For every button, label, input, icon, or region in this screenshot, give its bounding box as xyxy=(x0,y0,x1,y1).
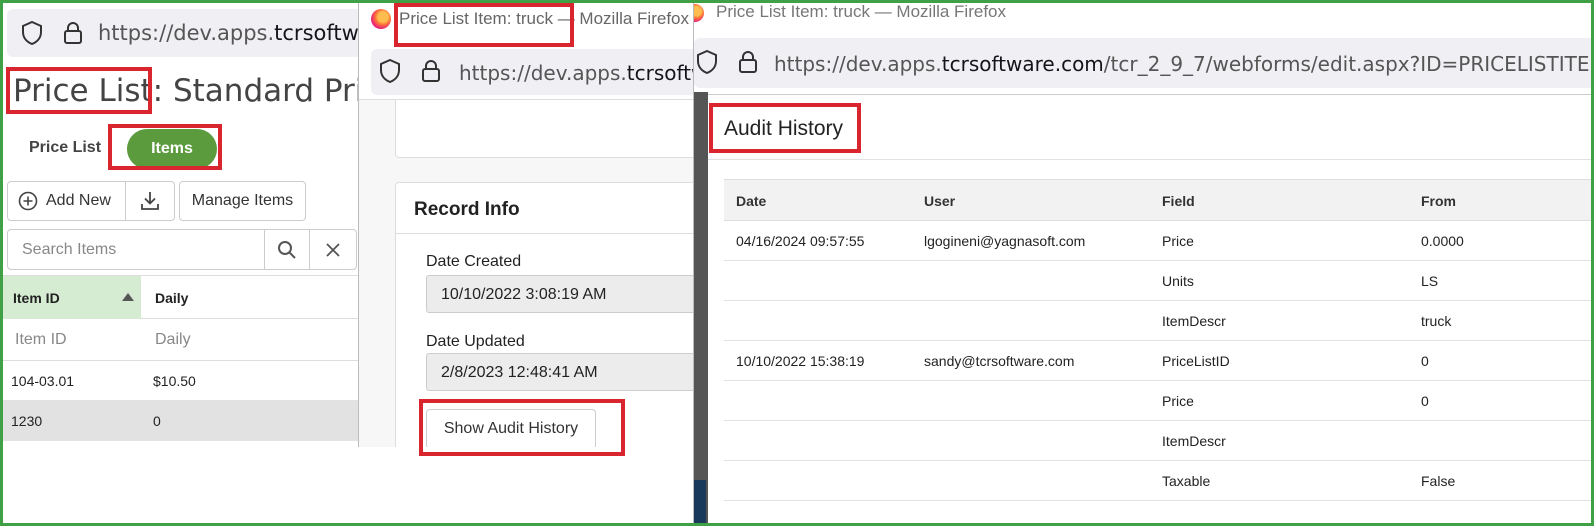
cell-daily: 0 xyxy=(153,413,161,429)
column-header-field: Field xyxy=(1162,193,1195,209)
add-new-label: Add New xyxy=(46,192,111,209)
firefox-icon xyxy=(371,9,391,29)
filter-row: Item ID Daily xyxy=(3,319,375,361)
record-info-card: Record Info Date Created 10/10/2022 3:08… xyxy=(395,182,694,447)
cell-field: Price xyxy=(1162,233,1194,249)
cell-from: 0 xyxy=(1421,353,1429,369)
shield-icon[interactable] xyxy=(696,50,718,74)
filter-item-id[interactable]: Item ID xyxy=(15,331,67,349)
table-row: Price 0 xyxy=(724,381,1594,421)
cell-item-id: 1230 xyxy=(11,413,43,429)
form-card xyxy=(395,100,694,158)
date-created-field: 10/10/2022 3:08:19 AM xyxy=(426,275,694,313)
date-updated-field: 2/8/2023 12:48:41 AM xyxy=(426,353,694,391)
lock-icon[interactable] xyxy=(738,50,758,74)
window-title: Price List Item: truck — Mozilla Firefox xyxy=(399,9,690,28)
table-row[interactable]: 104-03.01 $10.50 xyxy=(3,361,375,401)
cell-field: PriceListID xyxy=(1162,353,1230,369)
cell-user: lgogineni@yagnasoft.com xyxy=(924,233,1086,249)
items-grid-header: Item ID Daily xyxy=(3,275,375,319)
cell-field: Price xyxy=(1162,393,1194,409)
address-url[interactable]: https://dev.apps.tcrsoftware.c xyxy=(98,21,375,45)
sort-ascending-icon[interactable] xyxy=(122,293,134,301)
window-title: Price List Item: truck — Mozilla Firefox xyxy=(716,2,1007,21)
tab-items[interactable]: Items xyxy=(127,129,217,169)
modal-title: Audit History xyxy=(724,117,844,140)
search-icon xyxy=(277,240,296,259)
table-row: 10/10/2022 15:38:19 sandy@tcrsoftware.co… xyxy=(724,341,1594,381)
cell-field: Units xyxy=(1162,273,1194,289)
address-url[interactable]: https://dev.apps.tcrsoftwar xyxy=(459,61,694,85)
show-audit-history-button[interactable]: Show Audit History xyxy=(426,409,596,447)
cell-user: sandy@tcrsoftware.com xyxy=(924,353,1075,369)
lock-icon[interactable] xyxy=(421,59,441,83)
cell-daily: $10.50 xyxy=(153,373,196,389)
cell-field: ItemDescr xyxy=(1162,313,1226,329)
table-row: Taxable False xyxy=(724,461,1594,501)
cell-from: 0 xyxy=(1421,393,1429,409)
price-list-window: https://dev.apps.tcrsoftware.c Price Lis… xyxy=(3,3,375,455)
page-edge xyxy=(694,480,706,526)
page-title-value: Standard Price xyxy=(172,73,375,109)
search-box xyxy=(7,229,357,270)
shield-icon[interactable] xyxy=(379,59,401,83)
page-title: Price List: Standard Price xyxy=(13,73,375,109)
address-url[interactable]: https://dev.apps.tcrsoftware.com/tcr_2_9… xyxy=(774,52,1594,76)
record-info-heading: Record Info xyxy=(414,199,520,220)
tab-price-list[interactable]: Price List xyxy=(29,139,101,157)
table-header: Date User Field From xyxy=(724,179,1594,221)
cell-field: ItemDescr xyxy=(1162,433,1226,449)
column-header-user: User xyxy=(924,193,956,209)
divider xyxy=(396,233,694,234)
cell-date: 10/10/2022 15:38:19 xyxy=(736,353,865,369)
column-header-date: Date xyxy=(736,193,767,209)
table-row: Units LS xyxy=(724,261,1594,301)
table-row: ItemDescr xyxy=(724,421,1594,461)
manage-items-button[interactable]: Manage Items xyxy=(179,181,306,221)
cell-from: False xyxy=(1421,473,1456,489)
divider xyxy=(708,159,1594,160)
date-updated-label: Date Updated xyxy=(426,333,525,350)
cell-from: truck xyxy=(1421,313,1452,329)
column-header-from: From xyxy=(1421,193,1456,209)
cell-item-id: 104-03.01 xyxy=(11,373,75,389)
clear-search-button[interactable] xyxy=(310,230,356,269)
cell-from: LS xyxy=(1421,273,1439,289)
modal-backdrop xyxy=(694,92,708,526)
lock-icon[interactable] xyxy=(63,21,83,45)
download-button[interactable] xyxy=(126,182,174,220)
audit-history-modal: Audit History Date User Field From 04/16… xyxy=(708,94,1594,526)
audit-history-window: Price List Item: truck — Mozilla Firefox… xyxy=(693,0,1594,526)
search-button[interactable] xyxy=(265,230,311,269)
download-icon xyxy=(141,192,159,210)
cell-from: 0.0000 xyxy=(1421,233,1464,249)
window-titlebar: Price List Item: truck — Mozilla Firefox xyxy=(359,3,694,43)
plus-circle-icon xyxy=(18,191,38,211)
page-title-label: Price List: xyxy=(13,73,164,109)
audit-history-table: Date User Field From 04/16/2024 09:57:55… xyxy=(724,179,1594,501)
date-created-label: Date Created xyxy=(426,253,522,270)
firefox-icon xyxy=(694,4,704,22)
column-header-daily[interactable]: Daily xyxy=(155,290,188,306)
table-row[interactable]: 1230 0 xyxy=(3,401,375,441)
filter-daily[interactable]: Daily xyxy=(155,331,191,349)
search-input[interactable] xyxy=(8,230,265,269)
cell-date: 04/16/2024 09:57:55 xyxy=(736,233,865,249)
shield-icon[interactable] xyxy=(21,21,43,45)
table-row: 04/16/2024 09:57:55 lgogineni@yagnasoft.… xyxy=(724,221,1594,261)
table-row: ItemDescr truck xyxy=(724,301,1594,341)
cell-field: Taxable xyxy=(1162,473,1211,489)
price-list-item-window: Price List Item: truck — Mozilla Firefox… xyxy=(358,3,694,447)
edit-form-content: Record Info Date Created 10/10/2022 3:08… xyxy=(359,99,694,447)
add-new-button[interactable]: Add New xyxy=(8,182,126,220)
column-header-item-id[interactable]: Item ID xyxy=(3,276,141,319)
toolbar-button-group: Add New xyxy=(7,181,175,221)
close-icon xyxy=(326,242,340,257)
